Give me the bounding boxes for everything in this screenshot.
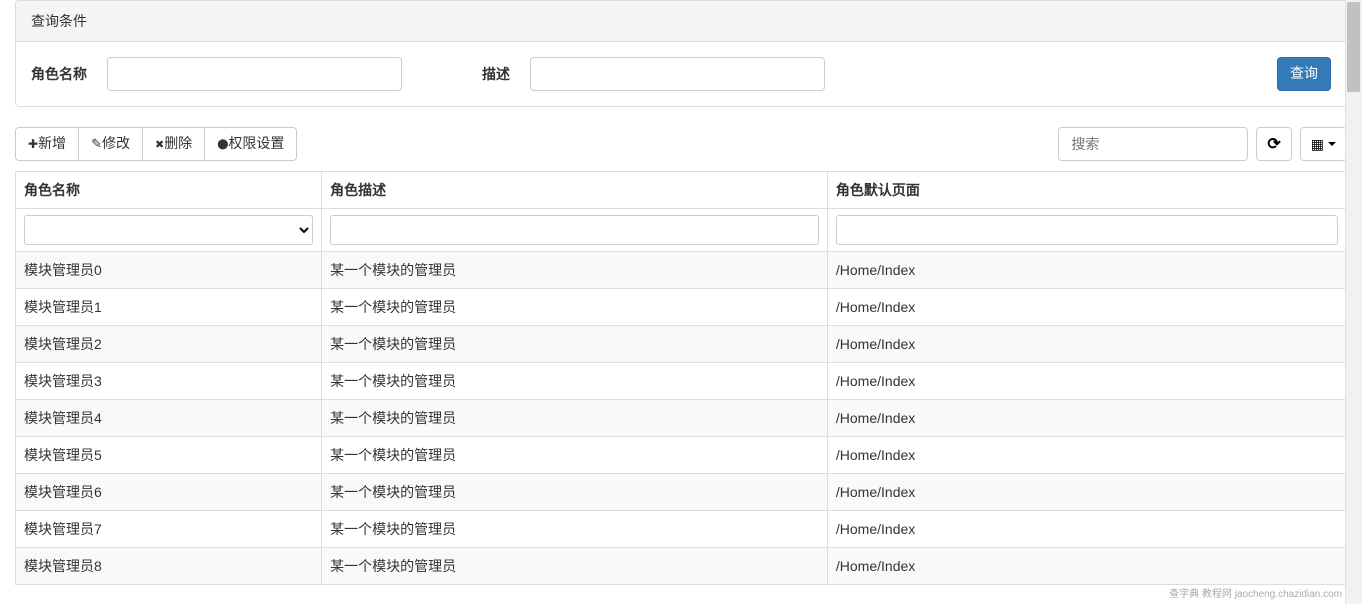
header-desc[interactable]: 角色描述 [322,172,828,209]
permission-label: 权限设置 [228,135,284,151]
cell-name: 模块管理员4 [16,400,322,437]
query-panel-body: 角色名称 描述 查询 [16,42,1346,106]
permission-button[interactable]: 权限设置 [204,127,297,161]
delete-button[interactable]: 删除 [142,127,205,161]
cell-page: /Home/Index [827,289,1346,326]
edit-button[interactable]: 修改 [78,127,143,161]
toolbar-right [1058,127,1347,161]
plus-icon [28,135,38,151]
table-row[interactable]: 模块管理员1某一个模块的管理员/Home/Index [16,289,1347,326]
table-row[interactable]: 模块管理员4某一个模块的管理员/Home/Index [16,400,1347,437]
cell-name: 模块管理员2 [16,326,322,363]
add-label: 新增 [38,135,66,151]
cell-desc: 某一个模块的管理员 [322,289,828,326]
cell-page: /Home/Index [827,511,1346,548]
cell-page: /Home/Index [827,400,1346,437]
header-name[interactable]: 角色名称 [16,172,322,209]
caret-down-icon [1328,142,1336,146]
table-body: 模块管理员0某一个模块的管理员/Home/Index模块管理员1某一个模块的管理… [16,252,1347,585]
table-row[interactable]: 模块管理员0某一个模块的管理员/Home/Index [16,252,1347,289]
cell-name: 模块管理员5 [16,437,322,474]
cell-desc: 某一个模块的管理员 [322,400,828,437]
table-row[interactable]: 模块管理员5某一个模块的管理员/Home/Index [16,437,1347,474]
columns-button[interactable] [1300,127,1347,161]
cell-desc: 某一个模块的管理员 [322,363,828,400]
cell-desc: 某一个模块的管理员 [322,437,828,474]
cell-page: /Home/Index [827,437,1346,474]
desc-input[interactable] [530,57,825,91]
scrollbar-thumb[interactable] [1347,2,1360,92]
desc-label: 描述 [482,64,510,84]
query-button[interactable]: 查询 [1277,57,1331,91]
filter-row [16,209,1347,252]
cell-page: /Home/Index [827,252,1346,289]
header-page[interactable]: 角色默认页面 [827,172,1346,209]
cell-desc: 某一个模块的管理员 [322,252,828,289]
table-row[interactable]: 模块管理员7某一个模块的管理员/Home/Index [16,511,1347,548]
query-panel: 查询条件 角色名称 描述 查询 [15,0,1347,107]
cell-name: 模块管理员8 [16,548,322,585]
query-button-wrap: 查询 [1277,57,1331,91]
search-input[interactable] [1058,127,1248,161]
filter-desc-input[interactable] [330,215,819,245]
cell-page: /Home/Index [827,474,1346,511]
close-icon [155,135,164,151]
cell-name: 模块管理员0 [16,252,322,289]
desc-group: 描述 [482,57,825,91]
refresh-icon [1267,134,1280,154]
scrollbar[interactable] [1345,0,1362,604]
watermark: 查字典 教程网 jaocheng.chazidian.com [1169,585,1342,600]
role-name-label: 角色名称 [31,64,87,84]
table-row[interactable]: 模块管理员8某一个模块的管理员/Home/Index [16,548,1347,585]
role-name-input[interactable] [107,57,402,91]
cell-desc: 某一个模块的管理员 [322,326,828,363]
query-panel-title: 查询条件 [16,1,1346,42]
table-header: 角色名称 角色描述 角色默认页面 [16,172,1347,252]
filter-page-input[interactable] [836,215,1338,245]
cell-name: 模块管理员7 [16,511,322,548]
toolbar: 新增 修改 删除 权限设置 [15,127,1347,161]
cell-desc: 某一个模块的管理员 [322,474,828,511]
cell-desc: 某一个模块的管理员 [322,511,828,548]
delete-label: 删除 [164,135,192,151]
refresh-button[interactable] [1256,127,1291,161]
cell-desc: 某一个模块的管理员 [322,548,828,585]
cell-page: /Home/Index [827,326,1346,363]
role-name-group: 角色名称 [31,57,402,91]
table-row[interactable]: 模块管理员2某一个模块的管理员/Home/Index [16,326,1347,363]
cell-page: /Home/Index [827,548,1346,585]
cell-name: 模块管理员6 [16,474,322,511]
apple-icon [217,135,228,151]
cell-name: 模块管理员3 [16,363,322,400]
grid-icon [1311,136,1324,153]
cell-page: /Home/Index [827,363,1346,400]
cell-name: 模块管理员1 [16,289,322,326]
add-button[interactable]: 新增 [15,127,79,161]
edit-label: 修改 [102,135,130,151]
table-row[interactable]: 模块管理员6某一个模块的管理员/Home/Index [16,474,1347,511]
table-row[interactable]: 模块管理员3某一个模块的管理员/Home/Index [16,363,1347,400]
filter-name-select[interactable] [24,215,313,245]
action-button-group: 新增 修改 删除 权限设置 [15,127,297,161]
data-table: 角色名称 角色描述 角色默认页面 模块管理员0某一个模块的管理员/Home/In… [15,171,1347,585]
pencil-icon [91,135,102,151]
